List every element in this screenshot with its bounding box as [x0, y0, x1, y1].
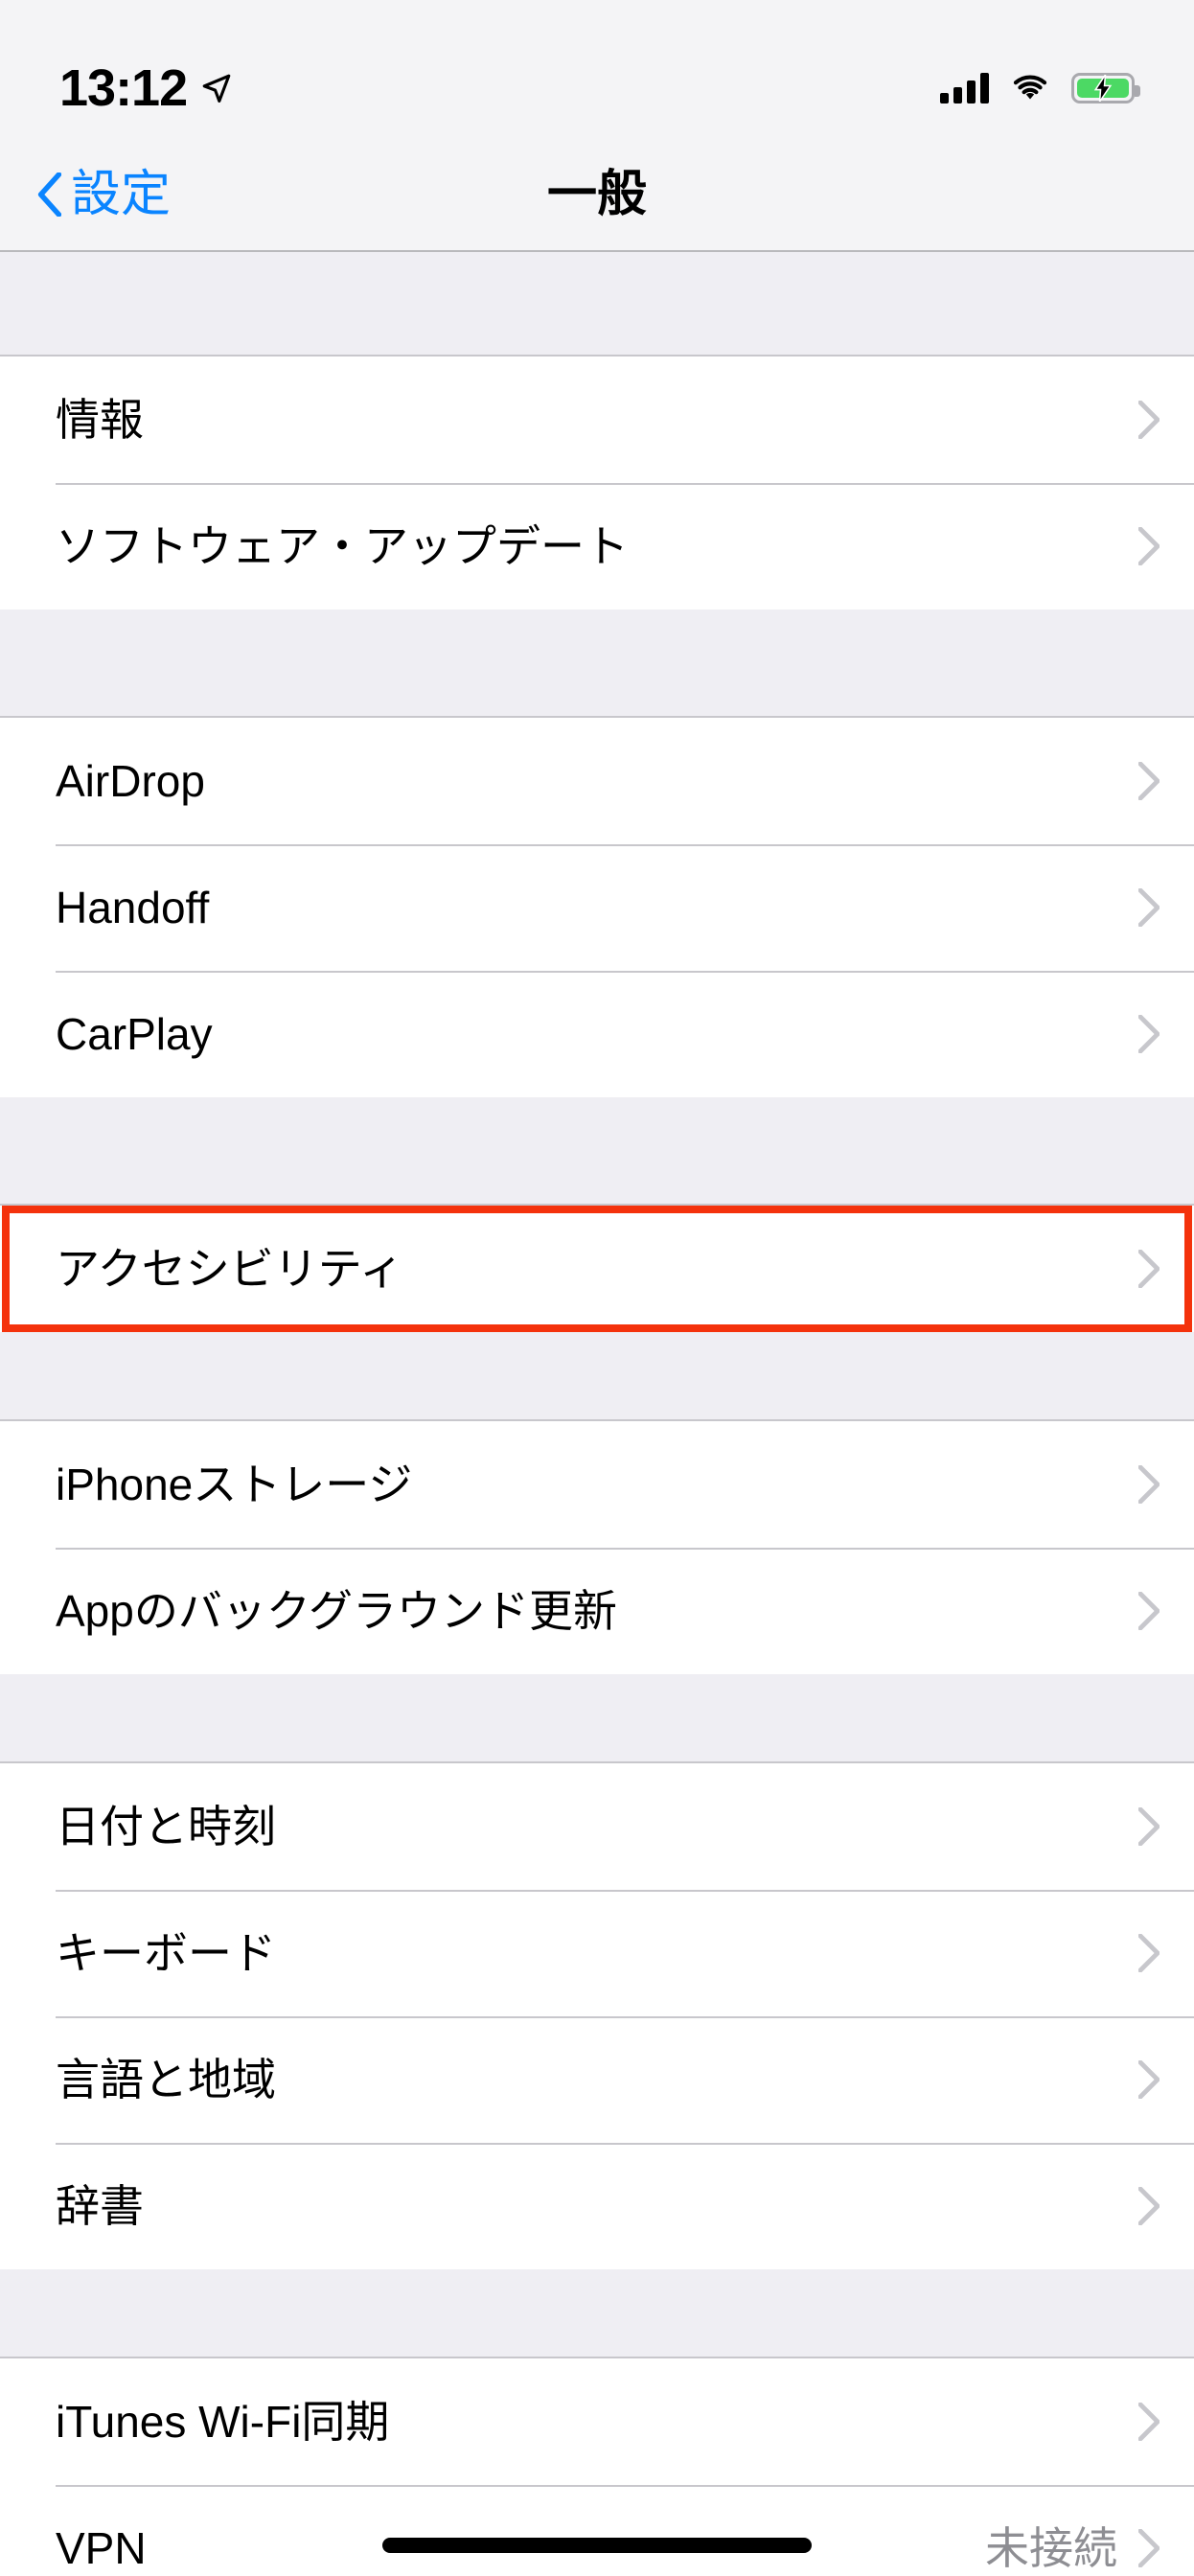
group-body: 情報ソフトウェア・アップデート — [0, 356, 1194, 610]
list-item-label: Handoff — [56, 883, 210, 932]
group-body: iPhoneストレージ Appのバックグラウンド更新 — [0, 1421, 1194, 1674]
page-title: 一般 — [546, 167, 647, 222]
chevron-right-icon — [1138, 2529, 1160, 2567]
list-item-value: 未接続 — [985, 2523, 1117, 2573]
iphone-screen: 13:12 設定 一般 情報 ソフトウェア・アップデート AirDrop Han… — [0, 0, 1194, 2576]
list-item-label: 情報 — [56, 395, 144, 445]
list-item-label: iTunes Wi-Fi同期 — [56, 2397, 390, 2447]
highlighted-group: アクセシビリティ — [0, 1206, 1194, 1332]
settings-list: 情報ソフトウェア・アップデート AirDrop Handoff CarPlay アクセシ… — [0, 252, 1194, 2576]
group-body: AirDrop Handoff CarPlay — [0, 718, 1194, 1097]
list-item-label: アクセシビリティ — [56, 1244, 403, 1294]
list-item-accessory — [1138, 401, 1160, 439]
list-item[interactable]: 情報 — [0, 356, 1194, 483]
navigation-bar: 設定 一般 — [0, 139, 1194, 252]
status-bar-left: 13:12 — [59, 62, 233, 114]
list-item[interactable]: Appのバックグラウンド更新 — [0, 1548, 1194, 1674]
list-item-label: 日付と時刻 — [56, 1802, 276, 1852]
list-item-label: CarPlay — [56, 1009, 213, 1059]
chevron-right-icon — [1138, 1250, 1160, 1288]
settings-group: 情報ソフトウェア・アップデート — [0, 356, 1194, 610]
status-bar-clock: 13:12 — [59, 58, 188, 117]
list-item[interactable]: 言語と地域 — [0, 2016, 1194, 2143]
group-separator — [0, 610, 1194, 717]
list-item-accessory — [1138, 1465, 1160, 1504]
list-item[interactable]: AirDrop — [0, 718, 1194, 844]
list-item-label: ソフトウェア・アップデート — [56, 521, 629, 571]
cellular-signal-icon — [940, 72, 989, 104]
list-item[interactable]: Handoff — [0, 844, 1194, 971]
group-separator — [0, 252, 1194, 356]
group-separator — [0, 1097, 1194, 1205]
chevron-right-icon — [1138, 527, 1160, 565]
chevron-right-icon — [1138, 401, 1160, 439]
chevron-right-icon — [1138, 1592, 1160, 1630]
list-item-accessory — [1138, 2060, 1160, 2099]
list-item[interactable]: アクセシビリティ — [0, 1206, 1194, 1332]
list-item-label: AirDrop — [56, 756, 205, 806]
chevron-right-icon — [1138, 2060, 1160, 2099]
group-separator — [0, 1332, 1194, 1420]
list-item-label: 辞書 — [56, 2181, 144, 2231]
list-item-accessory: 未接続 — [985, 2526, 1160, 2570]
group-body: 日付と時刻キーボード言語と地域辞書 — [0, 1763, 1194, 2269]
list-item-accessory — [1138, 2403, 1160, 2441]
list-item-label: Appのバックグラウンド更新 — [56, 1586, 618, 1636]
chevron-right-icon — [1138, 762, 1160, 800]
list-item-accessory — [1138, 1807, 1160, 1846]
location-arrow-icon — [202, 74, 231, 103]
list-item[interactable]: キーボード — [0, 1890, 1194, 2016]
list-item[interactable]: CarPlay — [0, 971, 1194, 1097]
chevron-right-icon — [1138, 1807, 1160, 1846]
list-item-accessory — [1138, 762, 1160, 800]
list-item-label: iPhoneストレージ — [56, 1460, 413, 1509]
home-indicator[interactable] — [382, 2538, 812, 2553]
chevron-right-icon — [1138, 888, 1160, 927]
group-separator — [0, 1674, 1194, 1762]
settings-group: アクセシビリティ — [0, 1205, 1194, 1332]
list-item[interactable]: 辞書 — [0, 2143, 1194, 2269]
battery-charging-icon — [1071, 72, 1140, 104]
list-item-accessory — [1138, 1592, 1160, 1630]
list-item-accessory — [1138, 1250, 1160, 1288]
list-item-accessory — [1138, 1934, 1160, 1972]
status-bar: 13:12 — [0, 0, 1194, 139]
chevron-right-icon — [1138, 2187, 1160, 2225]
list-item-label: 言語と地域 — [56, 2055, 276, 2104]
settings-group: iPhoneストレージ Appのバックグラウンド更新 — [0, 1420, 1194, 1674]
list-item[interactable]: 日付と時刻 — [0, 1763, 1194, 1890]
list-item-accessory — [1138, 1015, 1160, 1053]
wifi-icon — [1013, 75, 1047, 100]
lightning-bolt-icon — [1093, 74, 1113, 102]
chevron-right-icon — [1138, 1934, 1160, 1972]
status-bar-right — [940, 72, 1140, 104]
chevron-right-icon — [1138, 2403, 1160, 2441]
group-separator — [0, 2269, 1194, 2358]
list-item[interactable]: ソフトウェア・アップデート — [0, 483, 1194, 610]
list-item-label: キーボード — [56, 1928, 276, 1978]
list-item[interactable]: VPN 未接続 — [0, 2485, 1194, 2576]
list-item[interactable]: iPhoneストレージ — [0, 1421, 1194, 1548]
list-item-accessory — [1138, 2187, 1160, 2225]
chevron-right-icon — [1138, 1015, 1160, 1053]
list-item[interactable]: iTunes Wi-Fi同期 — [0, 2358, 1194, 2485]
settings-group: AirDrop Handoff CarPlay — [0, 717, 1194, 1097]
chevron-right-icon — [1138, 1465, 1160, 1504]
list-item-accessory — [1138, 527, 1160, 565]
settings-group: 日付と時刻キーボード言語と地域辞書 — [0, 1762, 1194, 2269]
list-item-accessory — [1138, 888, 1160, 927]
